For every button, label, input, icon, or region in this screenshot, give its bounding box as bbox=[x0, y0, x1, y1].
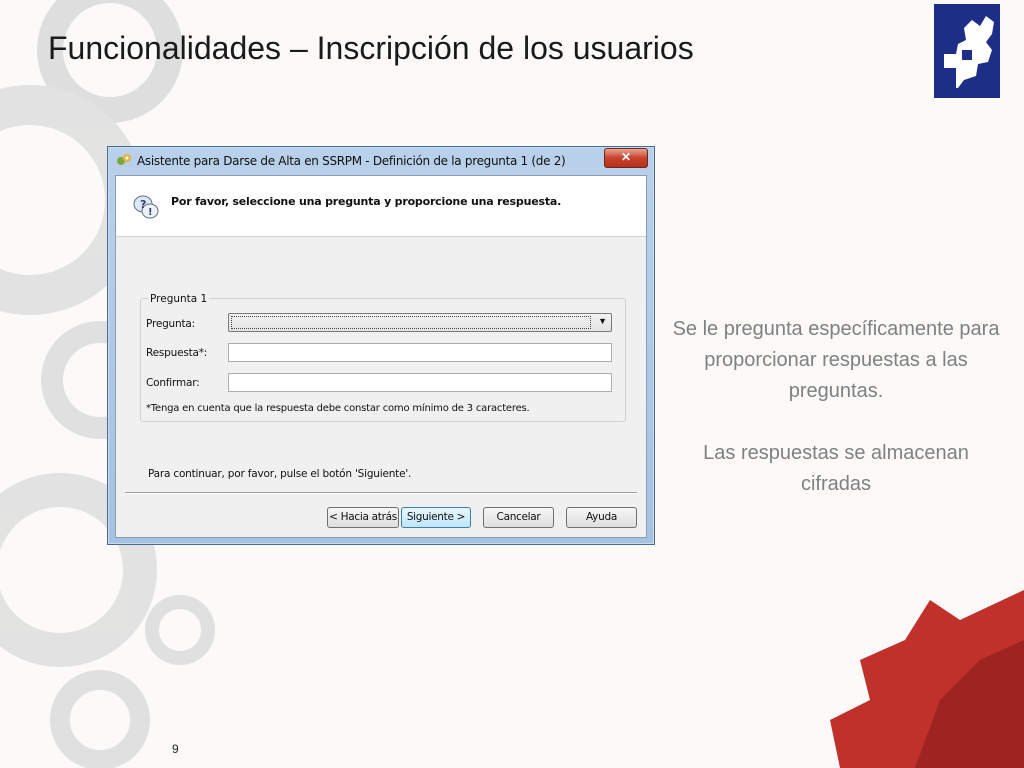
caption-paragraph-1: Se le pregunta específicamente para prop… bbox=[672, 318, 1000, 402]
wizard-icon bbox=[116, 153, 132, 172]
window-title: Asistente para Darse de Alta en SSRPM - … bbox=[137, 154, 566, 168]
wizard-window: Asistente para Darse de Alta en SSRPM - … bbox=[107, 146, 655, 545]
page-number: 9 bbox=[172, 742, 179, 756]
group-title: Pregunta 1 bbox=[148, 293, 210, 305]
chevron-down-icon: ▼ bbox=[598, 316, 607, 326]
question-dropdown-value bbox=[231, 316, 591, 329]
back-button[interactable]: < Hacia atrás bbox=[327, 507, 399, 528]
slide-title: Funcionalidades – Inscripción de los usu… bbox=[48, 30, 694, 66]
confirm-label: Confirmar: bbox=[146, 377, 200, 389]
caption-paragraph-2: Las respuestas se almacenan cifradas bbox=[703, 442, 969, 495]
confirm-field[interactable] bbox=[228, 373, 612, 392]
gear-logo-icon bbox=[934, 4, 1000, 98]
question-label: Pregunta: bbox=[146, 318, 195, 330]
cancel-button[interactable]: Cancelar bbox=[483, 507, 554, 528]
close-button[interactable]: ✕ bbox=[604, 148, 648, 168]
question-dropdown[interactable]: ▼ bbox=[228, 313, 612, 332]
wizard-instruction: Por favor, seleccione una pregunta y pro… bbox=[171, 195, 562, 208]
help-button[interactable]: Ayuda bbox=[566, 507, 637, 528]
slide-caption: Se le pregunta específicamente para prop… bbox=[666, 314, 1006, 500]
answer-field[interactable] bbox=[228, 343, 612, 362]
next-button[interactable]: Siguiente > bbox=[401, 507, 471, 528]
red-gear bbox=[830, 590, 1024, 768]
answer-label: Respuesta*: bbox=[146, 347, 208, 359]
wizard-header: ? ! Por favor, seleccione una pregunta y… bbox=[116, 176, 646, 237]
title-bar[interactable]: Asistente para Darse de Alta en SSRPM - … bbox=[108, 147, 654, 175]
minimum-length-note: *Tenga en cuenta que la respuesta debe c… bbox=[146, 403, 530, 414]
continue-instruction: Para continuar, por favor, pulse el botó… bbox=[148, 468, 412, 480]
footer-separator bbox=[125, 492, 637, 494]
svg-text:?: ? bbox=[140, 198, 146, 211]
svg-text:!: ! bbox=[148, 207, 153, 218]
help-speech-icon: ? ! bbox=[132, 194, 160, 227]
